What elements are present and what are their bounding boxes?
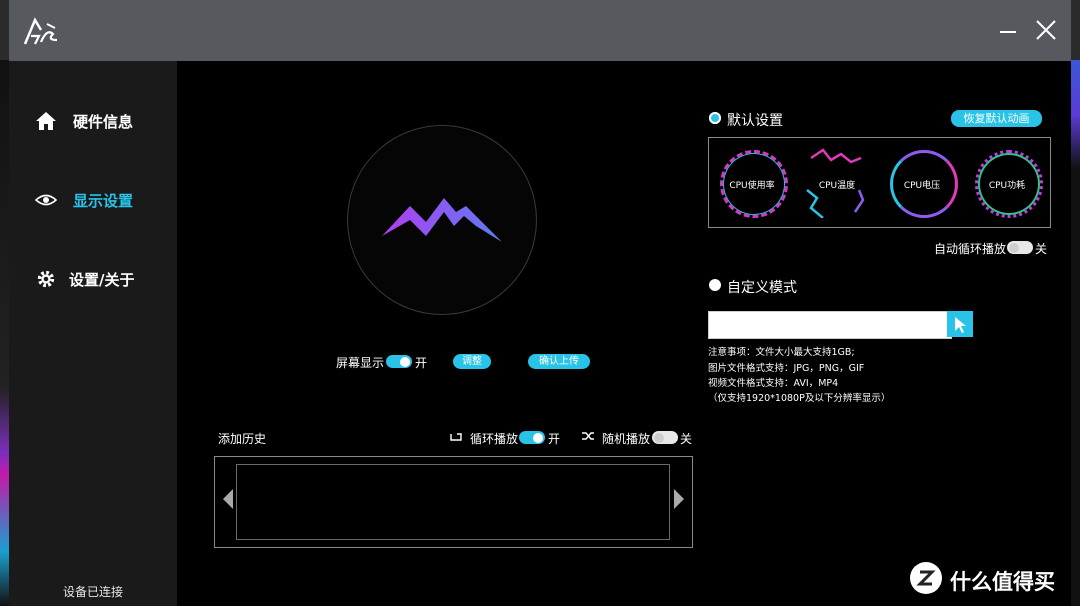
custom-mode-label: 自定义模式 [727,280,797,296]
restore-default-button[interactable]: 恢复默认动画 [951,110,1042,127]
animation-cpu-temp[interactable]: CPU温度 [801,146,873,218]
sidebar-item-label: 显示设置 [73,192,134,210]
note-line: （仅支持1920*1080P及以下分辨率显示） [708,393,891,404]
minimize-icon [1000,31,1016,33]
zhi-icon [910,562,942,594]
home-icon [36,112,56,130]
sidebar-item-settings[interactable]: 设置/关于 [9,259,177,299]
animation-cpu-voltage[interactable]: CPU电压 [886,146,958,218]
loop-toggle[interactable] [519,431,545,444]
shuffle-icon [582,432,594,440]
shuffle-state: 关 [680,432,693,446]
background-right-edge [1071,60,1080,606]
watermark-text: 什么值得买 [950,570,1055,594]
default-mode-label: 默认设置 [727,113,783,129]
animation-cpu-power[interactable]: CPU功耗 [971,146,1043,218]
screen-display-toggle[interactable] [386,355,412,368]
sidebar-item-display[interactable]: 显示设置 [9,180,177,220]
shuffle-toggle[interactable] [652,431,678,444]
screen-preview [347,125,537,315]
note-line: 视频文件格式支持：AVI，MP4 [708,378,839,389]
confirm-upload-button[interactable]: 确认上传 [528,354,590,369]
file-path-input[interactable] [708,311,952,339]
default-animation-list: CPU使用率 CPU温度 CPU电压 CPU功耗 [708,137,1051,228]
history-list[interactable] [236,464,670,540]
browse-file-button[interactable] [947,311,973,337]
close-button[interactable] [1032,16,1060,44]
loop-icon [450,433,462,441]
cursor-icon [955,317,966,333]
history-prev-button[interactable] [223,489,233,509]
title-bar [9,0,1071,61]
adjust-button[interactable]: 调整 [453,354,491,369]
mountain-logo-icon [382,198,502,242]
loop-state: 开 [548,432,561,446]
history-carousel [214,456,693,548]
history-title: 添加历史 [218,432,267,446]
main-panel: 屏幕显示 开 调整 确认上传 添加历史 循环播放 开 随机播放 关 默认设置 恢… [177,61,1071,606]
auto-loop-label: 自动循环播放 [934,242,1007,256]
default-mode-radio[interactable] [709,112,721,124]
sidebar-item-label: 设置/关于 [69,271,135,289]
sidebar: 硬件信息 显示设置 设置/关于 设备已连接 [9,61,177,606]
animation-cpu-usage[interactable]: CPU使用率 [716,146,788,218]
gear-icon [37,270,55,288]
screen-display-state: 开 [415,356,428,370]
note-line: 图片文件格式支持：JPG，PNG，GIF [708,363,865,374]
loop-label: 循环播放 [470,432,519,446]
sidebar-item-hardware[interactable]: 硬件信息 [9,101,177,141]
connection-status: 设备已连接 [62,585,123,599]
sidebar-item-label: 硬件信息 [73,113,134,131]
minimize-button[interactable] [994,16,1022,44]
shuffle-label: 随机播放 [602,432,651,446]
auto-loop-state: 关 [1035,242,1048,256]
screen-display-label: 屏幕显示 [336,356,385,370]
close-icon [1036,20,1056,40]
watermark: 什么值得买 [910,562,1066,596]
custom-mode-radio[interactable] [709,279,721,291]
auto-loop-toggle[interactable] [1007,241,1033,254]
note-line: 注意事项：文件大小最大支持1GB; [708,347,855,358]
history-next-button[interactable] [674,489,684,509]
eye-icon [35,194,57,206]
app-logo [23,17,58,45]
background-left-edge [0,60,9,606]
